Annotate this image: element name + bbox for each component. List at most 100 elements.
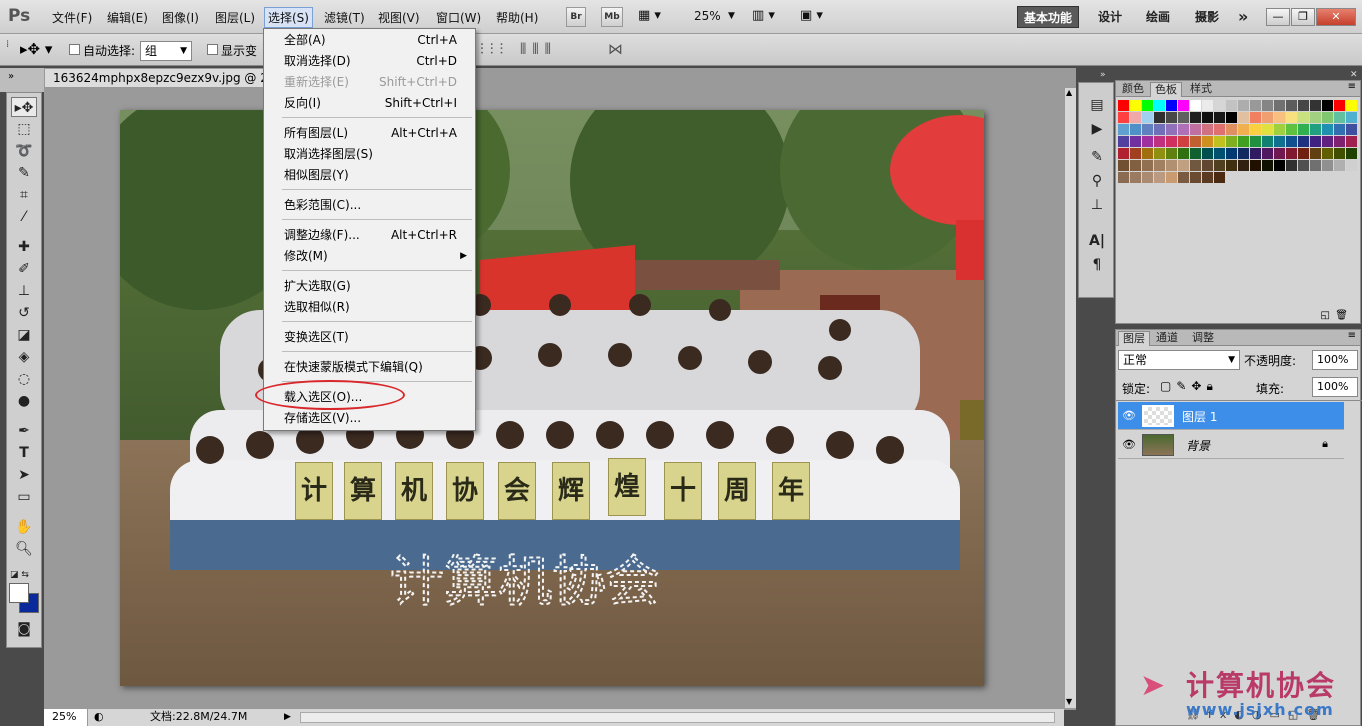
color-swatch[interactable]: [1130, 136, 1141, 147]
new-swatch-icon[interactable]: ◱: [1321, 310, 1330, 321]
color-swatch[interactable]: [1214, 148, 1225, 159]
color-swatch[interactable]: [1190, 124, 1201, 135]
color-swatch[interactable]: [1298, 100, 1309, 111]
color-swatch[interactable]: [1262, 136, 1273, 147]
menu-select[interactable]: 选择(S): [264, 7, 313, 28]
color-swatch[interactable]: [1130, 148, 1141, 159]
color-swatch[interactable]: [1274, 100, 1285, 111]
extras-icon[interactable]: ▦ ▾: [638, 8, 661, 23]
paint-bucket-tool-icon[interactable]: ◈: [11, 347, 37, 367]
color-swatch[interactable]: [1154, 160, 1165, 171]
color-swatch[interactable]: [1166, 112, 1177, 123]
menu-item-select-all[interactable]: 全部(A) Ctrl+A: [264, 30, 475, 50]
color-swatch[interactable]: [1178, 100, 1189, 111]
menu-filter[interactable]: 滤镜(T): [324, 9, 365, 26]
mini-bridge-button[interactable]: Mb: [601, 7, 623, 27]
shape-tool-icon[interactable]: ▭: [11, 487, 37, 507]
quick-selection-tool-icon[interactable]: ✎: [11, 163, 37, 183]
color-swatch[interactable]: [1310, 124, 1321, 135]
color-swatch[interactable]: [1250, 112, 1261, 123]
color-swatch[interactable]: [1274, 160, 1285, 171]
minimize-icon[interactable]: —: [1266, 8, 1290, 26]
color-swatch[interactable]: [1250, 160, 1261, 171]
horizontal-scrollbar[interactable]: [300, 712, 1055, 723]
color-swatch[interactable]: [1274, 124, 1285, 135]
menu-item-deselect[interactable]: 取消选择(D) Ctrl+D: [264, 51, 475, 71]
color-swatch[interactable]: [1202, 160, 1213, 171]
color-swatch[interactable]: [1190, 148, 1201, 159]
layer-name[interactable]: 背景: [1186, 437, 1210, 454]
path-selection-tool-icon[interactable]: ➤: [11, 465, 37, 485]
color-swatch[interactable]: [1310, 136, 1321, 147]
color-swatch[interactable]: [1178, 112, 1189, 123]
dodge-tool-icon[interactable]: ●: [11, 391, 37, 411]
color-swatch[interactable]: [1142, 112, 1153, 123]
color-swatch[interactable]: [1130, 100, 1141, 111]
blur-tool-icon[interactable]: ◌: [11, 369, 37, 389]
color-swatch[interactable]: [1202, 172, 1213, 183]
layers-panel-menu-icon[interactable]: ≡: [1348, 330, 1356, 341]
vertical-scrollbar[interactable]: ▲ ▼: [1064, 88, 1076, 708]
color-swatch[interactable]: [1286, 148, 1297, 159]
color-swatch[interactable]: [1238, 136, 1249, 147]
color-swatch[interactable]: [1238, 112, 1249, 123]
menu-edit[interactable]: 编辑(E): [107, 9, 148, 26]
eye-icon[interactable]: 👁︎: [1122, 438, 1136, 451]
tab-color[interactable]: 颜色: [1118, 82, 1148, 97]
color-swatch[interactable]: [1130, 160, 1141, 171]
color-swatch[interactable]: [1202, 136, 1213, 147]
clone-source-icon[interactable]: ⊥: [1087, 195, 1107, 215]
marquee-tool-icon[interactable]: ⬚: [11, 119, 37, 139]
workspace-painting[interactable]: 绘画: [1140, 6, 1176, 28]
color-swatch[interactable]: [1286, 136, 1297, 147]
color-swatch[interactable]: [1214, 112, 1225, 123]
color-swatch[interactable]: [1286, 160, 1297, 171]
layer-row-1[interactable]: 👁︎ 图层 1: [1118, 402, 1344, 430]
status-info-icon[interactable]: ◐: [94, 709, 104, 725]
color-swatch[interactable]: [1286, 124, 1297, 135]
color-swatch[interactable]: [1334, 160, 1345, 171]
color-swatch[interactable]: [1310, 100, 1321, 111]
menu-item-grow[interactable]: 扩大选取(G): [264, 276, 475, 296]
foreground-color-top[interactable]: [9, 583, 29, 603]
menu-item-transform-selection[interactable]: 变换选区(T): [264, 327, 475, 347]
color-swatch[interactable]: [1334, 124, 1345, 135]
tab-adjustments[interactable]: 调整: [1188, 331, 1218, 346]
color-swatch[interactable]: [1118, 136, 1129, 147]
color-swatch[interactable]: [1322, 124, 1333, 135]
color-swatch[interactable]: [1190, 100, 1201, 111]
color-swatch[interactable]: [1298, 136, 1309, 147]
menu-item-inverse[interactable]: 反向(I) Shift+Ctrl+I: [264, 93, 475, 113]
auto-select-dropdown[interactable]: 组 ▼: [140, 41, 192, 61]
color-swatch[interactable]: [1298, 160, 1309, 171]
eyedropper-tool-icon[interactable]: ⁄: [11, 207, 37, 227]
color-swatch[interactable]: [1166, 172, 1177, 183]
tab-swatches[interactable]: 色板: [1150, 82, 1182, 97]
color-swatch[interactable]: [1166, 124, 1177, 135]
color-swatch[interactable]: [1238, 100, 1249, 111]
color-swatch[interactable]: [1178, 148, 1189, 159]
color-swatch[interactable]: [1298, 124, 1309, 135]
menu-layer[interactable]: 图层(L): [215, 9, 255, 26]
lock-options-icons[interactable]: ▢✎✥🔒︎: [1160, 379, 1218, 394]
menu-item-reselect[interactable]: 重新选择(E) Shift+Ctrl+D: [264, 72, 475, 92]
color-swatch[interactable]: [1202, 100, 1213, 111]
bridge-button[interactable]: Br: [566, 7, 586, 27]
color-swatch[interactable]: [1178, 124, 1189, 135]
hand-tool-icon[interactable]: ✋: [11, 517, 37, 537]
color-swatch[interactable]: [1118, 112, 1129, 123]
color-swatch[interactable]: [1346, 112, 1357, 123]
color-swatch[interactable]: [1130, 124, 1141, 135]
color-swatch[interactable]: [1190, 112, 1201, 123]
collapse-panels-icon[interactable]: »: [1100, 70, 1106, 80]
history-brush-tool-icon[interactable]: ↺: [11, 303, 37, 323]
color-swatch[interactable]: [1130, 112, 1141, 123]
lasso-tool-icon[interactable]: ➰: [11, 141, 37, 161]
type-tool-icon[interactable]: T: [11, 443, 37, 463]
color-swatch[interactable]: [1310, 160, 1321, 171]
color-swatch[interactable]: [1262, 124, 1273, 135]
menu-item-refine-edge[interactable]: 调整边缘(F)... Alt+Ctrl+R: [264, 225, 475, 245]
color-swatch[interactable]: [1166, 160, 1177, 171]
color-swatch[interactable]: [1166, 148, 1177, 159]
color-swatch[interactable]: [1202, 112, 1213, 123]
